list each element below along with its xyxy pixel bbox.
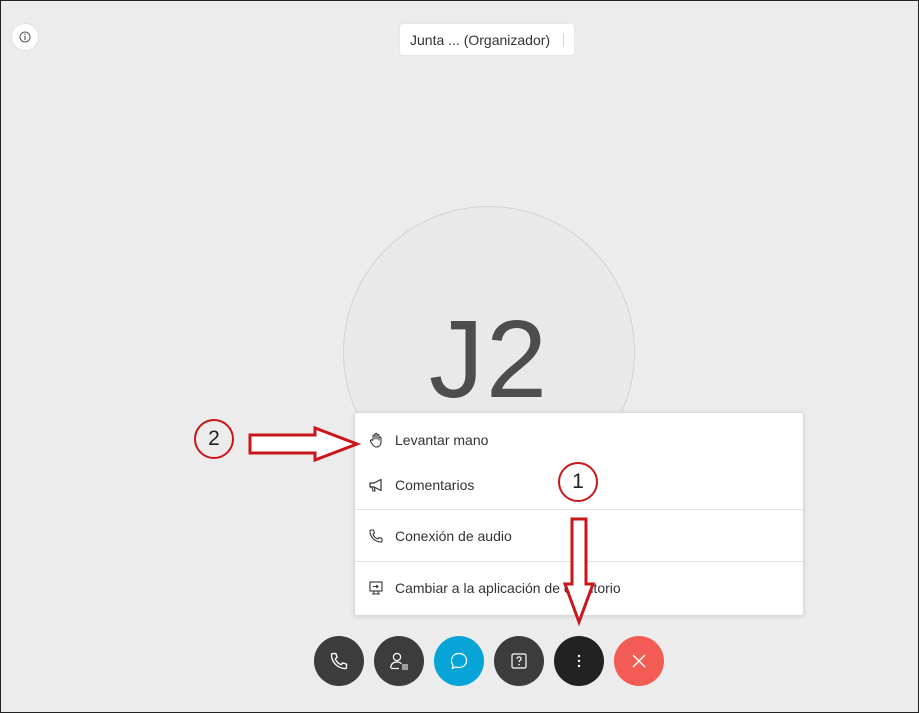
avatar-initials: J2 [428, 298, 550, 421]
menu-divider [355, 509, 803, 510]
annotation-arrow-right [248, 426, 362, 462]
chat-icon [448, 650, 470, 672]
title-divider [558, 32, 565, 47]
chat-button[interactable] [434, 636, 484, 686]
menu-item-raise-hand[interactable]: Levantar mano [355, 418, 803, 462]
annotation-step-1-marker: 1 [558, 462, 598, 502]
desktop-app-icon [367, 579, 385, 597]
meeting-title: Junta ... (Organizador) [410, 31, 551, 48]
audio-button[interactable] [314, 636, 364, 686]
more-options-button[interactable] [554, 636, 604, 686]
menu-item-label: Levantar mano [395, 432, 489, 448]
question-icon [509, 651, 529, 671]
participants-icon [388, 650, 410, 672]
participants-button[interactable] [374, 636, 424, 686]
info-icon [19, 31, 31, 43]
info-button[interactable] [11, 23, 39, 51]
phone-icon [367, 527, 385, 545]
menu-item-label: Comentarios [395, 477, 475, 493]
annotation-step-number: 2 [208, 427, 220, 450]
phone-icon [329, 651, 349, 671]
megaphone-icon [367, 476, 385, 494]
more-vertical-icon [576, 652, 582, 670]
annotation-step-2-marker: 2 [194, 419, 234, 459]
meeting-title-pill[interactable]: Junta ... (Organizador) [399, 23, 576, 56]
leave-meeting-button[interactable] [614, 636, 664, 686]
menu-item-label: Conexión de audio [395, 528, 512, 544]
close-icon [630, 652, 648, 670]
qa-button[interactable] [494, 636, 544, 686]
annotation-step-number: 1 [572, 470, 584, 493]
annotation-arrow-down [562, 517, 596, 626]
raise-hand-icon [367, 431, 385, 449]
meeting-window: Junta ... (Organizador) J2 Levantar mano… [0, 0, 919, 713]
